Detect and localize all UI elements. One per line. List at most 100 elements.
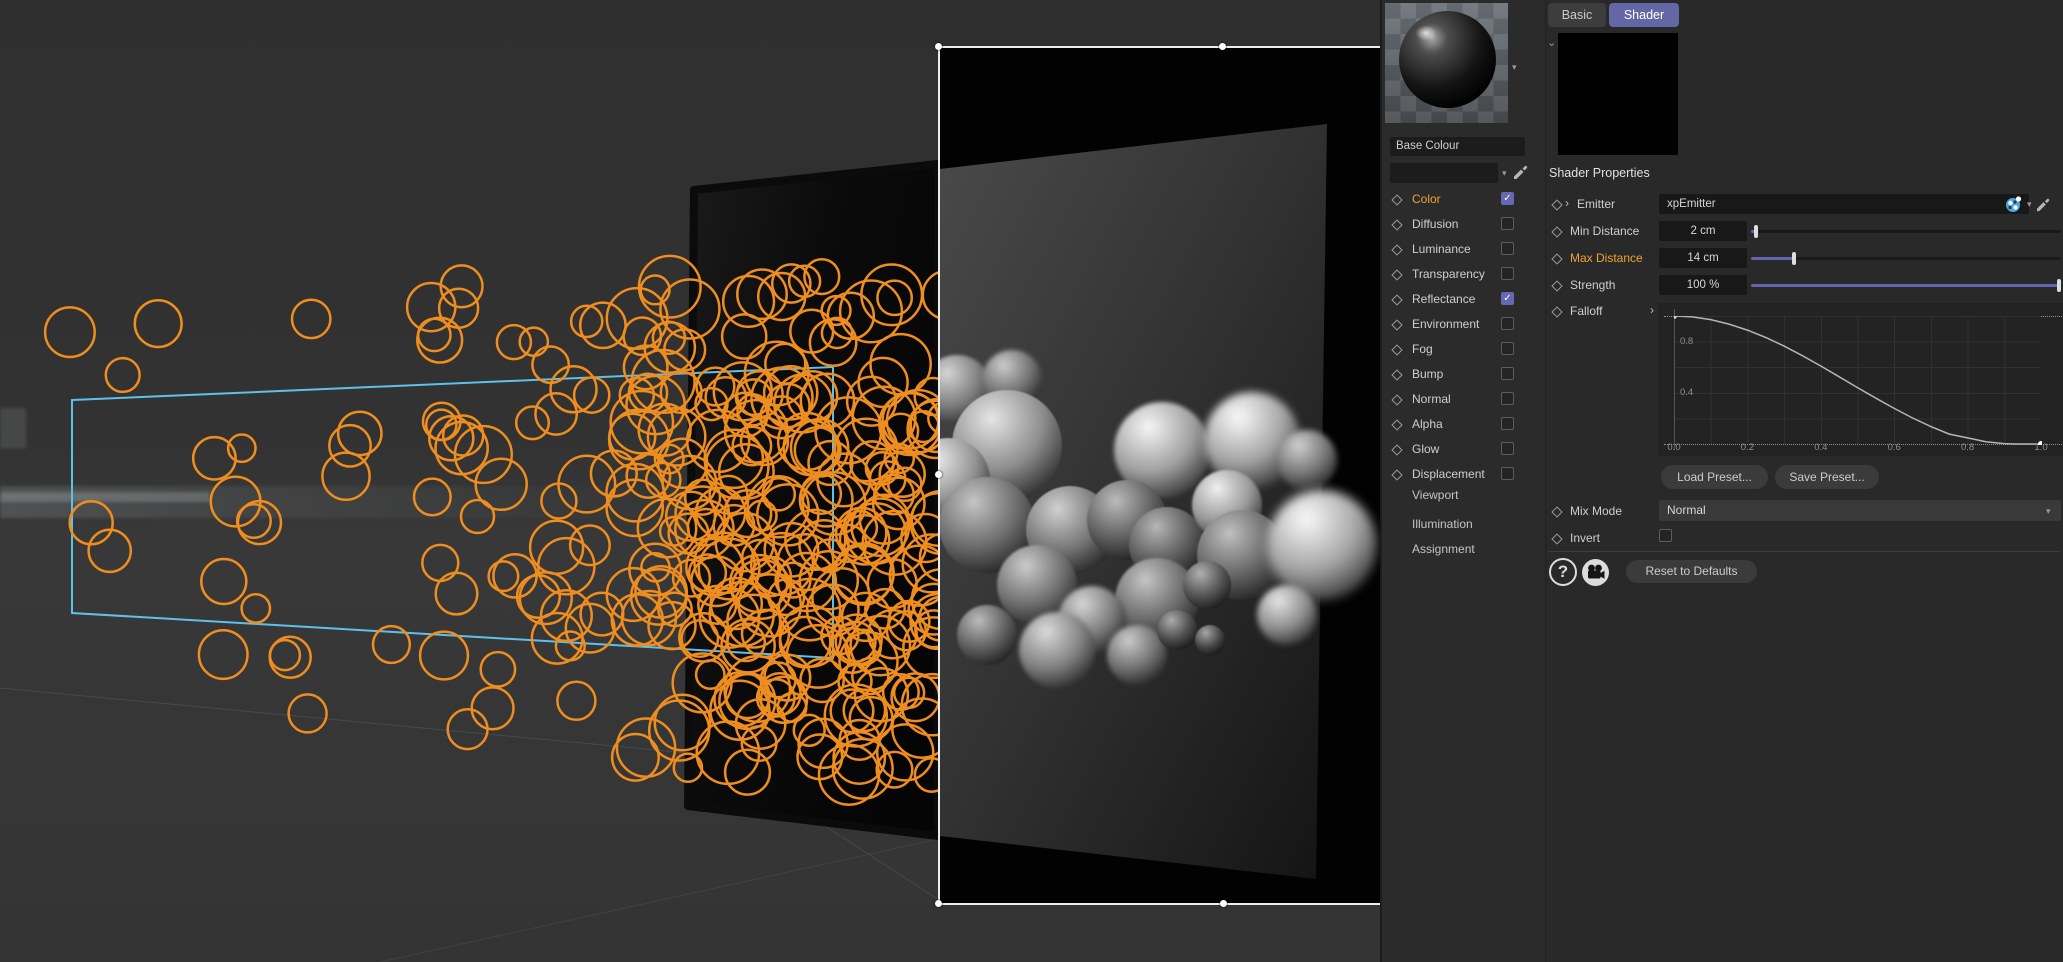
- channel-diamond-icon: [1391, 369, 1402, 380]
- render-sphere: [1157, 610, 1197, 650]
- particle-circle: [135, 300, 182, 347]
- channel-label[interactable]: Fog: [1412, 342, 1433, 356]
- channel-label[interactable]: Luminance: [1412, 242, 1471, 256]
- emitter-dropdown-arrow[interactable]: ▾: [2027, 199, 2032, 210]
- tab-basic[interactable]: Basic: [1548, 3, 1606, 27]
- channel-checkbox[interactable]: [1501, 242, 1514, 255]
- channel-checkbox[interactable]: [1501, 417, 1514, 430]
- channel-diamond-icon: [1391, 344, 1402, 355]
- keyframe-diamond[interactable]: [1551, 306, 1562, 317]
- region-resize-handle[interactable]: [935, 900, 942, 907]
- curve-endpoint[interactable]: [1674, 316, 1677, 319]
- min-distance-slider[interactable]: [1751, 230, 2061, 233]
- shader-properties-heading: Shader Properties: [1549, 166, 1650, 180]
- keyframe-diamond[interactable]: [1551, 533, 1562, 544]
- region-resize-handle[interactable]: [935, 471, 942, 478]
- channel-label[interactable]: Environment: [1412, 317, 1479, 331]
- channel-row-environment[interactable]: Environment: [1382, 312, 1547, 337]
- channel-checkbox[interactable]: [1501, 367, 1514, 380]
- eyedropper-icon[interactable]: [1513, 164, 1529, 180]
- shader-preview[interactable]: [1558, 33, 1678, 155]
- tab-shader[interactable]: Shader: [1609, 3, 1679, 27]
- 3d-viewport[interactable]: [0, 0, 1380, 962]
- channel-checkbox[interactable]: [1501, 267, 1514, 280]
- help-icon[interactable]: ?: [1549, 558, 1577, 586]
- channel-row-bump[interactable]: Bump: [1382, 362, 1547, 387]
- keyframe-diamond[interactable]: [1551, 253, 1562, 264]
- channel-row-alpha[interactable]: Alpha: [1382, 412, 1547, 437]
- channel-row-diffusion[interactable]: Diffusion: [1382, 212, 1547, 237]
- channel-checkbox[interactable]: [1501, 217, 1514, 230]
- material-channel-panel: ▾ Base Colour ▾ Color ✓ Diffusion Luminance…: [1380, 0, 1545, 962]
- channel-label[interactable]: Displacement: [1412, 467, 1485, 481]
- region-resize-handle[interactable]: [935, 43, 942, 50]
- particle-circle: [270, 640, 300, 670]
- channel-checkbox[interactable]: [1501, 342, 1514, 355]
- channel-label[interactable]: Transparency: [1412, 267, 1485, 281]
- channel-checkbox[interactable]: [1501, 442, 1514, 455]
- particle-circle: [199, 630, 248, 679]
- strength-slider[interactable]: [1751, 284, 2061, 287]
- channel-label[interactable]: Normal: [1412, 392, 1451, 406]
- channel-row-glow[interactable]: Glow: [1382, 437, 1547, 462]
- channel-checkbox[interactable]: [1501, 317, 1514, 330]
- max-distance-slider[interactable]: [1751, 257, 2061, 260]
- channel-label[interactable]: Glow: [1412, 442, 1439, 456]
- channel-row-fog[interactable]: Fog: [1382, 337, 1547, 362]
- particle-circle: [520, 328, 548, 356]
- min-distance-value[interactable]: 2 cm: [1659, 221, 1747, 241]
- falloff-expand-icon[interactable]: ›: [1650, 303, 1654, 317]
- keyframe-diamond[interactable]: [1551, 199, 1562, 210]
- x-tick-label: 1.0: [2034, 442, 2047, 453]
- channel-label[interactable]: Diffusion: [1412, 217, 1458, 231]
- material-preview[interactable]: [1385, 3, 1508, 123]
- section-item-illumination[interactable]: Illumination: [1412, 517, 1473, 531]
- chevron-down-icon[interactable]: ⌄: [1547, 36, 1556, 49]
- save-preset-button[interactable]: Save Preset...: [1775, 465, 1879, 489]
- reset-to-defaults-button[interactable]: Reset to Defaults: [1626, 560, 1757, 583]
- invert-checkbox[interactable]: [1659, 529, 1672, 542]
- section-item-viewport[interactable]: Viewport: [1412, 488, 1458, 502]
- channel-row-displacement[interactable]: Displacement: [1382, 462, 1547, 487]
- channel-checkbox[interactable]: [1501, 392, 1514, 405]
- section-item-assignment[interactable]: Assignment: [1412, 542, 1475, 556]
- channel-label[interactable]: Reflectance: [1412, 292, 1475, 306]
- channel-row-normal[interactable]: Normal: [1382, 387, 1547, 412]
- keyframe-diamond[interactable]: [1551, 506, 1562, 517]
- load-preset-button[interactable]: Load Preset...: [1661, 465, 1768, 489]
- falloff-curve-plot[interactable]: 0.00.20.40.60.81.00.80.4: [1658, 303, 2063, 456]
- xpemitter-icon: [2004, 195, 2023, 214]
- channel-checkbox[interactable]: ✓: [1501, 192, 1514, 205]
- keyframe-diamond[interactable]: [1551, 280, 1562, 291]
- mix-mode-arrow[interactable]: ▾: [2046, 506, 2051, 517]
- sphere-highlight: [1415, 25, 1437, 41]
- channel-label[interactable]: Alpha: [1412, 417, 1443, 431]
- particle-circle: [106, 358, 140, 392]
- max-distance-value[interactable]: 14 cm: [1659, 248, 1747, 268]
- camera-icon[interactable]: [1582, 559, 1609, 586]
- channel-row-luminance[interactable]: Luminance: [1382, 237, 1547, 262]
- render-region[interactable]: [938, 46, 1380, 905]
- region-resize-handle[interactable]: [1220, 900, 1227, 907]
- divider: [1548, 551, 2060, 552]
- channel-row-reflectance[interactable]: Reflectance ✓: [1382, 287, 1547, 312]
- channel-checkbox[interactable]: [1501, 467, 1514, 480]
- channel-label[interactable]: Color: [1412, 192, 1441, 206]
- eyedropper-icon[interactable]: [2036, 197, 2051, 212]
- expand-arrow-icon[interactable]: ›: [1565, 196, 1569, 210]
- particle-circle: [574, 378, 609, 413]
- shader-dropdown-arrow[interactable]: ▾: [1502, 168, 1507, 179]
- channel-checkbox[interactable]: ✓: [1501, 292, 1514, 305]
- channel-row-transparency[interactable]: Transparency: [1382, 262, 1547, 287]
- falloff-curve[interactable]: [1674, 316, 2042, 445]
- channel-label[interactable]: Bump: [1412, 367, 1443, 381]
- mix-mode-dropdown[interactable]: Normal: [1659, 500, 2061, 521]
- shader-name-field[interactable]: [1390, 163, 1498, 183]
- preview-size-arrow[interactable]: ▾: [1512, 62, 1517, 73]
- emitter-link-field[interactable]: xpEmitter: [1659, 194, 2029, 214]
- base-colour-field[interactable]: Base Colour: [1390, 137, 1525, 156]
- strength-value[interactable]: 100 %: [1659, 275, 1747, 295]
- keyframe-diamond[interactable]: [1551, 226, 1562, 237]
- channel-row-color[interactable]: Color ✓: [1382, 187, 1547, 212]
- region-resize-handle[interactable]: [1219, 43, 1226, 50]
